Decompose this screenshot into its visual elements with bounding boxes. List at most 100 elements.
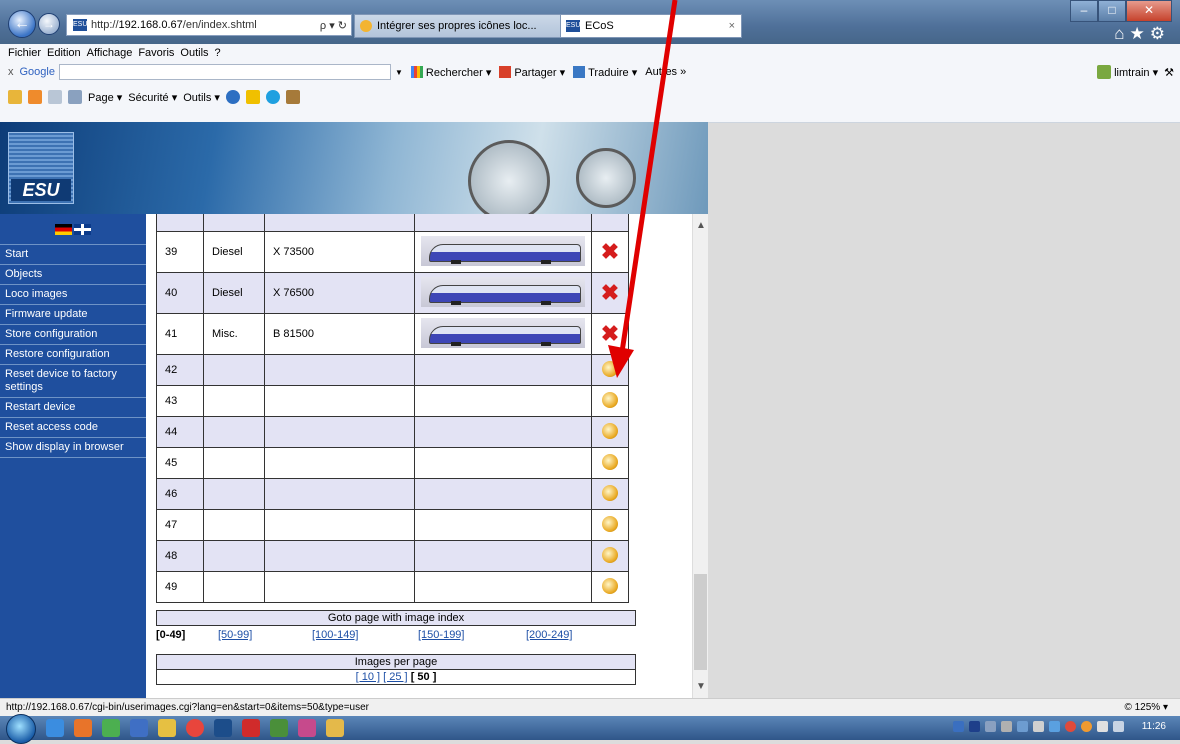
nav-start[interactable]: Start (0, 244, 146, 265)
skype-icon[interactable] (265, 90, 280, 104)
image-name-cell (264, 416, 415, 448)
print-icon[interactable] (68, 90, 82, 104)
home-favorites-tools-icons[interactable]: ⌂★⚙ (1114, 24, 1170, 44)
menu-outils[interactable]: Outils (180, 47, 208, 59)
tray-icon[interactable] (985, 721, 996, 732)
page-link-150-199[interactable]: [150-199] (418, 626, 526, 644)
partager-button[interactable]: Partager ▾ (499, 66, 565, 79)
menu-edition[interactable]: Edition (47, 47, 81, 59)
nav-reset-factory[interactable]: Reset device to factory settings (0, 365, 146, 398)
menu-fichier[interactable]: Fichier (8, 47, 41, 59)
folder-taskbar-icon[interactable] (326, 719, 344, 737)
google-account[interactable]: limtrain ▾ ⚒ (1097, 65, 1174, 79)
webpage: ESU Start Objects Loco images Firmware u… (0, 122, 708, 698)
autres-button[interactable]: Autres » (645, 66, 686, 78)
photoshop-taskbar-icon[interactable] (214, 719, 232, 737)
help-icon[interactable] (225, 90, 240, 104)
scrollbar-thumb[interactable] (694, 574, 707, 670)
page-menu[interactable]: Page ▾ (88, 91, 122, 104)
app-taskbar-icon[interactable] (130, 719, 148, 737)
tray-icon[interactable] (1081, 721, 1092, 732)
menu-help[interactable]: ? (215, 47, 221, 59)
page-link-200-249[interactable]: [200-249] (526, 626, 572, 644)
upload-image-icon[interactable] (602, 515, 618, 532)
tab-close-icon[interactable]: × (729, 20, 735, 32)
nav-firmware-update[interactable]: Firmware update (0, 305, 146, 325)
tray-icon[interactable] (1065, 721, 1076, 732)
paint-taskbar-icon[interactable] (298, 719, 316, 737)
google-search-input[interactable] (58, 64, 391, 80)
delete-icon[interactable]: ✖ (601, 239, 619, 264)
nav-loco-images[interactable]: Loco images (0, 285, 146, 305)
feeds-icon[interactable] (28, 90, 42, 104)
nav-reset-access-code[interactable]: Reset access code (0, 418, 146, 438)
network-icon[interactable] (1113, 721, 1124, 732)
tray-icon[interactable] (953, 721, 964, 732)
per-page-25[interactable]: [ 25 ] (383, 671, 407, 683)
dreamweaver-taskbar-icon[interactable] (270, 719, 288, 737)
page-link-50-99[interactable]: [50-99] (212, 626, 312, 644)
nav-show-display[interactable]: Show display in browser (0, 438, 146, 458)
upload-image-icon[interactable] (602, 422, 618, 439)
nav-objects[interactable]: Objects (0, 265, 146, 285)
close-window-button[interactable]: ✕ (1126, 0, 1172, 22)
tray-icon[interactable] (1049, 721, 1060, 732)
upload-image-icon[interactable] (602, 577, 618, 594)
back-button[interactable]: ← (8, 10, 36, 38)
per-page-10[interactable]: [ 10 ] (356, 671, 380, 683)
toolbar-close-icon[interactable]: x (8, 66, 14, 78)
tab-ecos[interactable]: ESU ECoS × (560, 14, 742, 38)
page-scrollbar[interactable]: ▲ ▼ (692, 214, 708, 698)
menu-favoris[interactable]: Favoris (138, 47, 174, 59)
volume-icon[interactable] (1033, 721, 1044, 732)
mail-icon[interactable] (48, 90, 62, 104)
tray-icon[interactable] (969, 721, 980, 732)
rechercher-button[interactable]: Rechercher ▾ (410, 66, 491, 79)
search-refresh-icon[interactable]: ρ ▾ ↻ (316, 19, 351, 32)
upload-image-icon[interactable] (602, 391, 618, 408)
outils-menu[interactable]: Outils ▾ (183, 91, 220, 104)
ie-taskbar-icon[interactable] (46, 719, 64, 737)
action-cell (591, 354, 629, 386)
table-row: 39 Diesel X 73500 ✖ (156, 231, 629, 273)
delete-icon[interactable]: ✖ (601, 321, 619, 346)
home-icon[interactable] (8, 90, 22, 104)
traduire-button[interactable]: Traduire ▾ (573, 66, 637, 79)
excel-taskbar-icon[interactable] (102, 719, 120, 737)
tab-integrer[interactable]: Intégrer ses propres icônes loc... (354, 14, 562, 38)
scroll-down-icon[interactable]: ▼ (693, 681, 708, 692)
chevron-down-icon[interactable]: ▼ (395, 68, 403, 77)
nav-restore-configuration[interactable]: Restore configuration (0, 345, 146, 365)
explorer-taskbar-icon[interactable] (158, 719, 176, 737)
address-url[interactable]: http://192.168.0.67/en/index.shtml (91, 19, 316, 31)
forward-button[interactable]: → (38, 13, 60, 35)
table-row: 48 (156, 540, 629, 572)
flag-icon[interactable] (1097, 721, 1108, 732)
maximize-button[interactable]: □ (1098, 0, 1126, 22)
upload-image-icon[interactable] (602, 360, 618, 377)
upload-image-icon[interactable] (602, 453, 618, 470)
page-link-100-149[interactable]: [100-149] (312, 626, 418, 644)
acrobat-taskbar-icon[interactable] (242, 719, 260, 737)
chrome-taskbar-icon[interactable] (186, 719, 204, 737)
german-flag-icon[interactable] (55, 223, 72, 235)
menu-affichage[interactable]: Affichage (87, 47, 133, 59)
delete-icon[interactable]: ✖ (601, 280, 619, 305)
zoom-level[interactable]: © 125% ▾ (1124, 699, 1168, 717)
image-index-cell: 45 (156, 447, 204, 479)
nav-restart-device[interactable]: Restart device (0, 398, 146, 418)
pencil-icon[interactable] (245, 90, 260, 104)
minimize-button[interactable]: – (1070, 0, 1098, 22)
upload-image-icon[interactable] (602, 546, 618, 563)
securite-menu[interactable]: Sécurité ▾ (128, 91, 177, 104)
uk-flag-icon[interactable] (74, 223, 91, 235)
tray-icon[interactable] (1017, 721, 1028, 732)
tray-icon[interactable] (1001, 721, 1012, 732)
upload-image-icon[interactable] (602, 484, 618, 501)
wrench-icon[interactable]: ⚒ (1164, 66, 1174, 79)
scroll-up-icon[interactable]: ▲ (693, 220, 708, 231)
research-icon[interactable] (285, 90, 300, 104)
firefox-taskbar-icon[interactable] (74, 719, 92, 737)
address-bar[interactable]: ESU http://192.168.0.67/en/index.shtml ρ… (66, 14, 352, 36)
nav-store-configuration[interactable]: Store configuration (0, 325, 146, 345)
